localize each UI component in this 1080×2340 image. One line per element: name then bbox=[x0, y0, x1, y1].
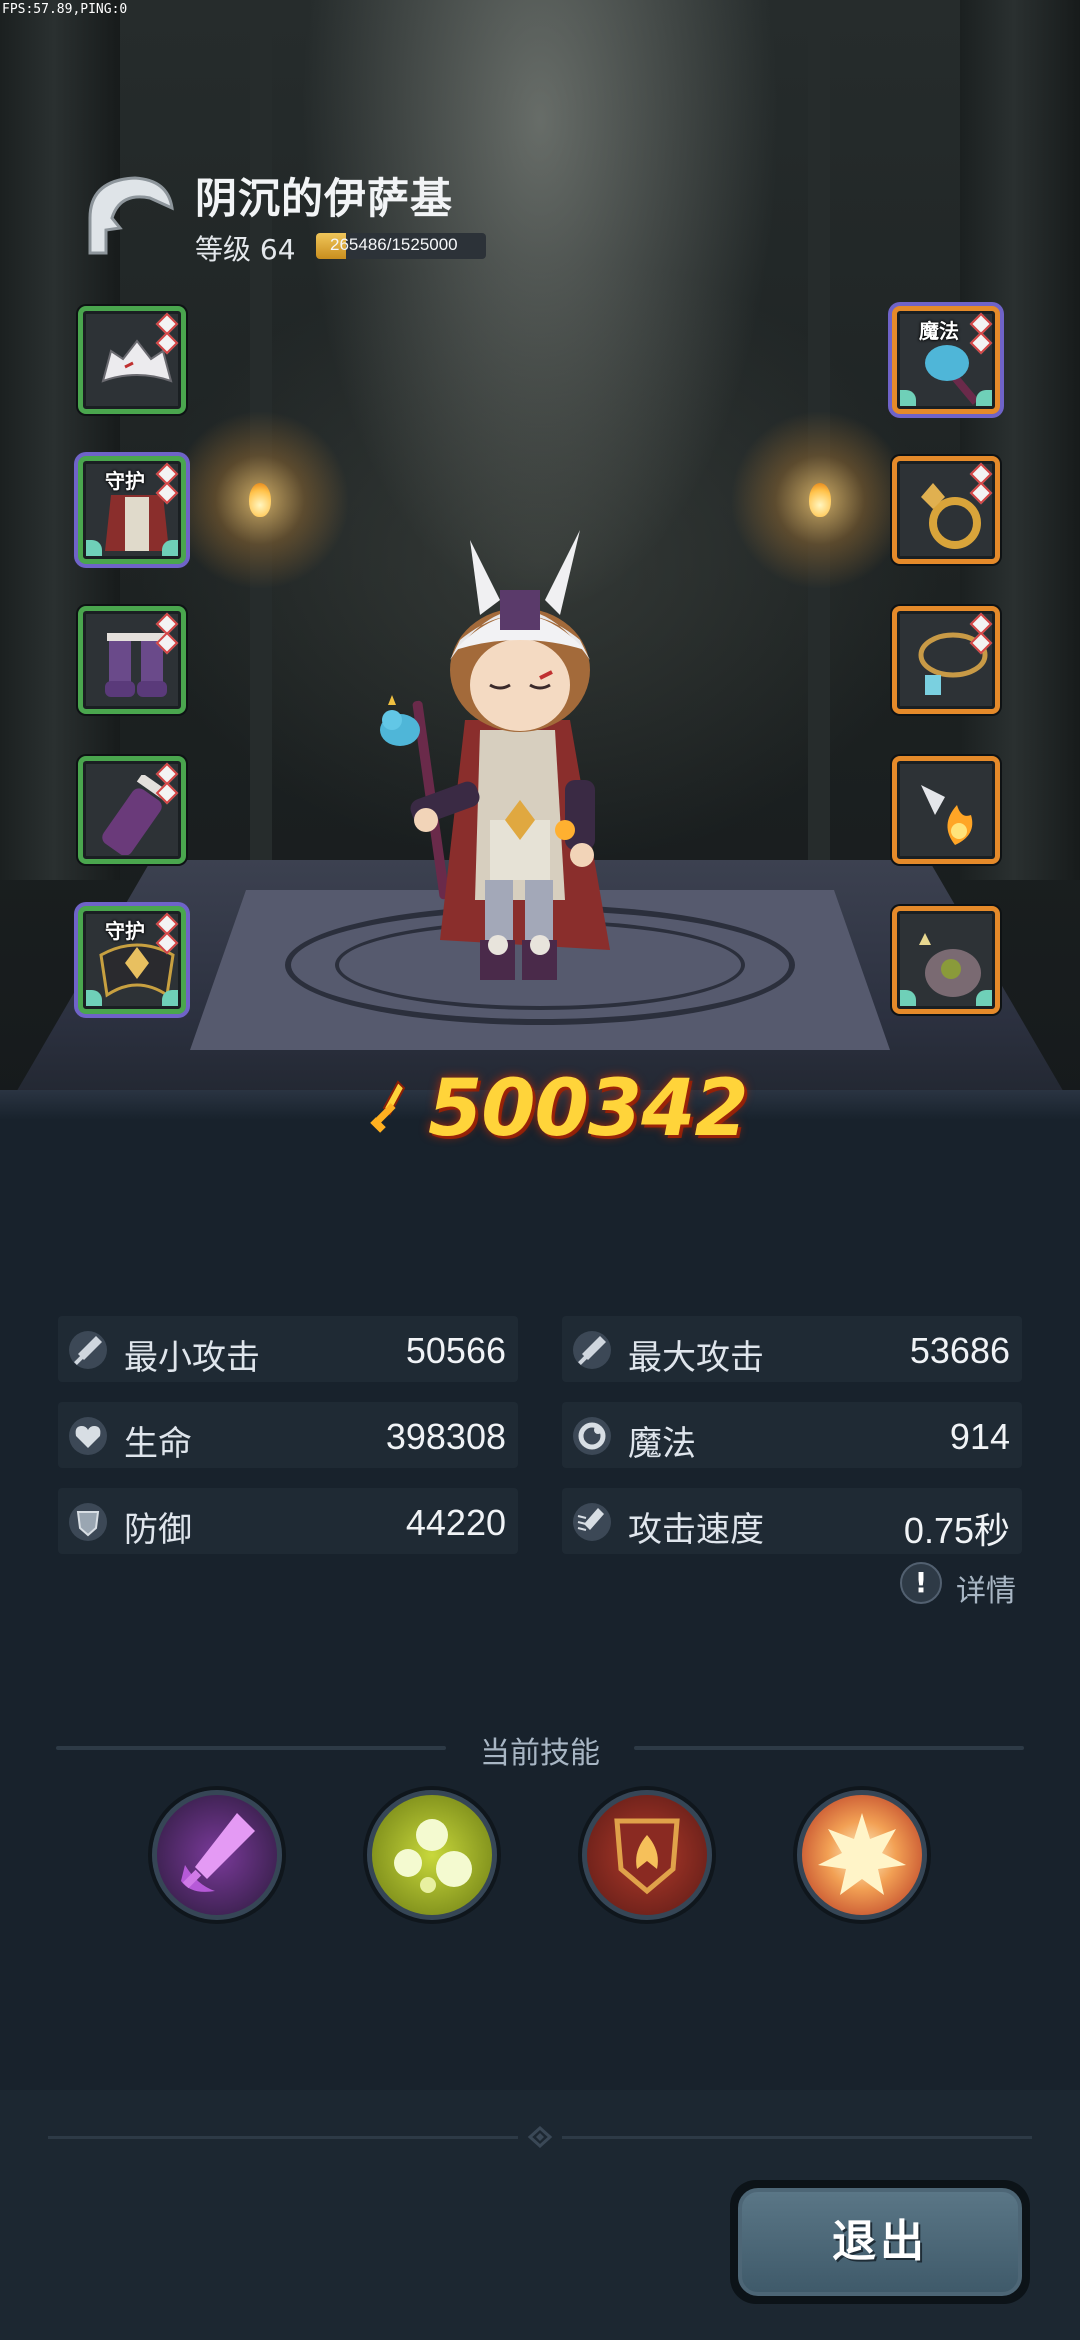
fps-counter: FPS:57.89,PING:0 bbox=[2, 2, 128, 17]
skill-slot-2[interactable] bbox=[367, 1790, 497, 1920]
character-name: 阴沉的伊萨基 bbox=[195, 174, 454, 223]
character-helmet-icon bbox=[88, 176, 174, 255]
equip-slot-pet[interactable] bbox=[892, 906, 1000, 1014]
stat-label: 魔法 bbox=[628, 1424, 696, 1464]
sword-icon bbox=[573, 1331, 611, 1369]
equip-slot-boots[interactable] bbox=[78, 606, 186, 714]
explosion-skill-icon bbox=[818, 1813, 906, 1895]
stat-hp: 生命 398308 bbox=[58, 1402, 518, 1468]
info-icon: ! bbox=[900, 1562, 942, 1604]
skill-slot-4[interactable] bbox=[797, 1790, 927, 1920]
exit-button[interactable]: 退出 bbox=[730, 2180, 1030, 2304]
combat-power: 500342 bbox=[340, 1060, 760, 1154]
sword-icon bbox=[69, 1331, 107, 1369]
purple-blade-skill-icon bbox=[181, 1813, 255, 1892]
divider bbox=[562, 2136, 1032, 2139]
stat-value: 53686 bbox=[909, 1330, 1010, 1371]
exit-button-label: 退出 bbox=[738, 2188, 1022, 2296]
equip-slot-armor[interactable]: 守护 bbox=[78, 456, 186, 564]
xp-text: 265486/1525000 bbox=[330, 235, 458, 254]
equip-slot-talisman[interactable] bbox=[892, 756, 1000, 864]
green-orbs-skill-icon bbox=[394, 1819, 472, 1893]
slot-tag: 魔法 bbox=[919, 319, 959, 343]
stat-value: 914 bbox=[949, 1416, 1010, 1457]
stat-label: 攻击速度 bbox=[628, 1510, 764, 1550]
equip-slot-necklace[interactable] bbox=[892, 606, 1000, 714]
stat-mp: 魔法 914 bbox=[562, 1402, 1022, 1468]
magic-icon bbox=[573, 1417, 611, 1455]
slot-corner-icon bbox=[976, 990, 992, 1006]
sword-power-icon bbox=[370, 1080, 406, 1133]
stat-value: 0.75秒 bbox=[903, 1510, 1010, 1551]
combat-power-value: 500342 bbox=[428, 1064, 749, 1154]
stat-defense: 防御 44220 bbox=[58, 1488, 518, 1554]
slot-tag: 守护 bbox=[105, 919, 145, 943]
slot-corner-icon bbox=[162, 990, 178, 1006]
equip-slot-shoulder[interactable]: 守护 bbox=[78, 906, 186, 1014]
heart-icon bbox=[69, 1417, 107, 1455]
details-label: 详情 bbox=[956, 1574, 1016, 1609]
stat-label: 生命 bbox=[124, 1424, 192, 1464]
stat-label: 最大攻击 bbox=[628, 1338, 764, 1378]
stat-max-attack: 最大攻击 53686 bbox=[562, 1316, 1022, 1382]
character-level: 等级 64 bbox=[195, 233, 296, 266]
wall-column bbox=[960, 0, 1080, 880]
divider bbox=[634, 1746, 1024, 1750]
hero-character bbox=[380, 530, 610, 980]
divider bbox=[56, 1746, 446, 1750]
skill-slot-1[interactable] bbox=[152, 1790, 282, 1920]
stat-label: 防御 bbox=[124, 1510, 192, 1550]
stat-attack-speed: 攻击速度 0.75秒 bbox=[562, 1488, 1022, 1554]
equip-slot-ring[interactable] bbox=[892, 456, 1000, 564]
wall-column bbox=[0, 0, 120, 880]
skills-title: 当前技能 bbox=[480, 1736, 600, 1771]
equip-slot-bracer[interactable] bbox=[78, 756, 186, 864]
torch-left-icon bbox=[249, 483, 271, 517]
torch-right-icon bbox=[809, 483, 831, 517]
stat-value: 50566 bbox=[405, 1330, 506, 1371]
ornament-icon bbox=[527, 2126, 553, 2148]
xp-bar: 265486/1525000 bbox=[316, 233, 486, 259]
shield-icon bbox=[69, 1503, 107, 1541]
equip-slot-staff[interactable]: 魔法 bbox=[892, 306, 1000, 414]
slot-corner-icon bbox=[162, 540, 178, 556]
talisman-icon bbox=[921, 785, 973, 845]
slot-tag: 守护 bbox=[105, 469, 145, 493]
stat-value: 44220 bbox=[405, 1502, 506, 1543]
stat-value: 398308 bbox=[385, 1416, 506, 1457]
speed-icon bbox=[573, 1503, 611, 1541]
stat-label: 最小攻击 bbox=[124, 1338, 260, 1378]
shield-burst-skill-icon bbox=[614, 1818, 680, 1895]
equip-slot-helmet[interactable] bbox=[78, 306, 186, 414]
skill-slot-3[interactable] bbox=[582, 1790, 712, 1920]
divider bbox=[48, 2136, 518, 2139]
stat-min-attack: 最小攻击 50566 bbox=[58, 1316, 518, 1382]
slot-corner-icon bbox=[976, 390, 992, 406]
